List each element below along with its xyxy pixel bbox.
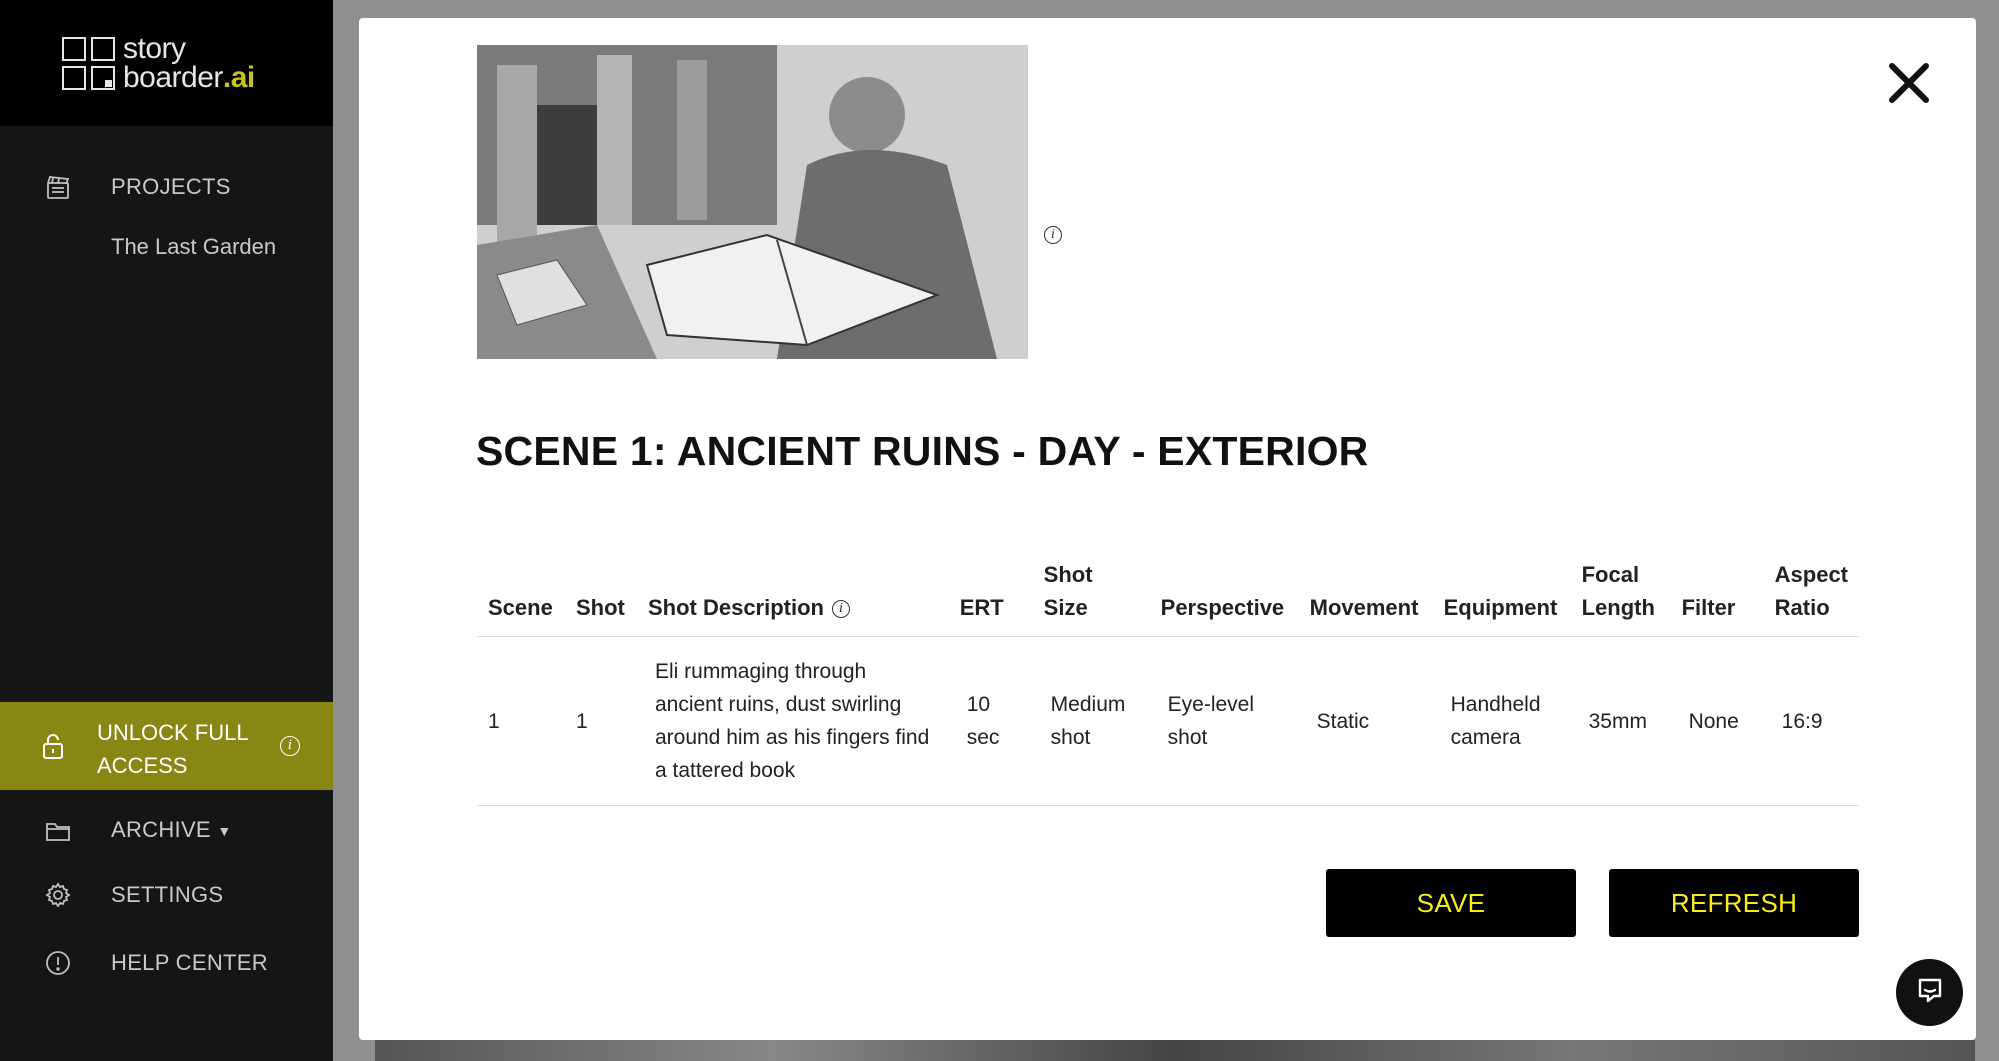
cell-shot: 1 (564, 636, 637, 806)
sidebar-item-project[interactable]: The Last Garden (111, 234, 276, 260)
cell-equipment: Handheld camera (1432, 636, 1571, 806)
column-header-description: Shot Description i (636, 558, 949, 637)
caret-down-icon: ▼ (217, 823, 232, 840)
sidebar-item-archive[interactable]: ARCHIVE ▼ (0, 813, 333, 847)
sidebar-item-help-center[interactable]: HELP CENTER (0, 946, 333, 980)
column-header-scene: Scene (477, 558, 565, 637)
column-header-aspect-ratio: Aspect Ratio (1763, 558, 1859, 637)
cell-filter: None (1670, 636, 1764, 806)
sidebar-item-label: SETTINGS (111, 882, 224, 907)
chat-button[interactable] (1896, 959, 1963, 1026)
alert-circle-icon (44, 949, 72, 977)
chat-icon (1915, 975, 1945, 1010)
table-row[interactable]: 1 1 Eli rummaging through ancient ruins,… (477, 636, 1859, 806)
close-icon[interactable] (1886, 60, 1932, 106)
info-icon[interactable]: i (831, 600, 850, 619)
cell-description: Eli rummaging through ancient ruins, dus… (636, 636, 949, 806)
cell-ert: 10 sec (948, 636, 1033, 806)
column-header-shot-size: Shot Size (1032, 558, 1150, 637)
sidebar-item-label: ARCHIVE ▼ (111, 817, 232, 842)
gear-icon (44, 881, 72, 909)
info-icon[interactable]: i (280, 736, 300, 756)
scene-title: SCENE 1: ANCIENT RUINS - DAY - EXTERIOR (476, 428, 1369, 474)
column-header-shot: Shot (564, 558, 637, 637)
unlock-full-access-button[interactable]: UNLOCK FULL ACCESS i (0, 702, 333, 790)
column-header-perspective: Perspective (1149, 558, 1299, 637)
shot-list-table: Scene Shot Shot Description i ERT Shot Si… (477, 558, 1859, 806)
logo-bar: story boarder.ai (0, 0, 333, 126)
unlock-label: UNLOCK FULL ACCESS (97, 720, 248, 778)
table-header-row: Scene Shot Shot Description i ERT Shot Si… (477, 558, 1859, 637)
lock-icon (40, 732, 66, 765)
column-header-equipment: Equipment (1432, 558, 1571, 637)
info-icon[interactable]: i (1044, 226, 1062, 244)
folder-icon (44, 816, 72, 844)
clapperboard-icon (44, 173, 72, 201)
sidebar: story boarder.ai PROJECTS The Last Garde… (0, 0, 333, 1061)
shot-detail-modal: i SCENE 1: ANCIENT RUINS - DAY - EXTERIO… (359, 18, 1976, 1040)
column-header-filter: Filter (1670, 558, 1764, 637)
cell-movement: Static (1298, 636, 1433, 806)
sidebar-item-label: PROJECTS (111, 174, 231, 199)
cell-focal-length: 35mm (1570, 636, 1671, 806)
refresh-button[interactable]: REFRESH (1609, 869, 1859, 937)
logo[interactable]: story boarder.ai (62, 32, 255, 94)
column-header-focal-length: Focal Length (1570, 558, 1671, 637)
cell-perspective: Eye-level shot (1149, 636, 1299, 806)
column-header-ert: ERT (948, 558, 1033, 637)
save-button[interactable]: SAVE (1326, 869, 1576, 937)
sidebar-item-projects[interactable]: PROJECTS (0, 170, 333, 204)
cell-scene: 1 (477, 636, 565, 806)
sidebar-item-settings[interactable]: SETTINGS (0, 878, 333, 912)
sidebar-item-label: HELP CENTER (111, 950, 268, 975)
cell-shot-size: Medium shot (1032, 636, 1150, 806)
logo-mark (62, 36, 115, 90)
logo-text: story boarder.ai (123, 32, 255, 94)
scene-illustration (477, 45, 1028, 359)
background-image-strip (375, 1040, 1975, 1061)
column-header-movement: Movement (1298, 558, 1433, 637)
cell-aspect-ratio: 16:9 (1763, 636, 1859, 806)
